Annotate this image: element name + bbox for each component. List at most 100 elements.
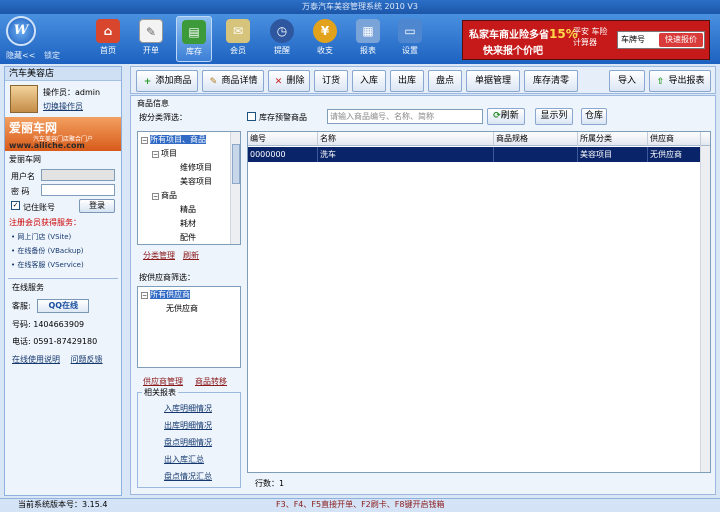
mail-icon: ✉ [226, 19, 250, 43]
ad-line1: 私家车商业险多省15% [469, 27, 578, 41]
nav-member-label: 会员 [230, 46, 246, 55]
report-stocktake-link[interactable]: 盘点明细情况 [164, 437, 212, 448]
import-button[interactable]: 导入 [609, 70, 645, 92]
tree-scrollbar[interactable] [230, 132, 240, 244]
goods-search-input[interactable]: 请输入商品编号、名称、简称 [327, 109, 483, 124]
category-refresh-link[interactable]: 刷新 [183, 250, 199, 261]
remember-label: 记住账号 [23, 203, 55, 212]
login-button[interactable]: 登录 [79, 199, 115, 213]
tree-node-beauty[interactable]: 美容项目 [180, 176, 212, 187]
service-vservice[interactable]: • 在线客服 (VService) [5, 258, 121, 272]
add-goods-button[interactable]: + 添加商品 [136, 70, 198, 92]
quick-quote-button[interactable]: 快速报价 [659, 33, 703, 47]
warehouse-button[interactable]: 仓库 [581, 108, 607, 125]
clear-stock-button[interactable]: 库存清零 [524, 70, 578, 92]
operator-label: 操作员：admin [43, 88, 101, 97]
docs-manage-button[interactable]: 单据管理 [466, 70, 520, 92]
show-columns-button[interactable]: 显示列 [535, 108, 573, 125]
export-icon: ⇧ [656, 77, 665, 87]
goods-detail-button[interactable]: ✎ 商品详情 [202, 70, 264, 92]
stocktake-button[interactable]: 盘点 [428, 70, 462, 92]
cell-category: 美容项目 [578, 147, 648, 162]
nav-inventory-label: 库存 [186, 47, 202, 56]
plus-icon: + [143, 77, 152, 87]
banner-url: www.ailiche.com [9, 141, 85, 150]
export-report-button[interactable]: ⇧ 导出报表 [649, 70, 711, 92]
report-stocktake-summary-link[interactable]: 盘点情况汇总 [164, 471, 212, 482]
lock-button[interactable]: 锁定 [44, 51, 60, 60]
collapse-icon[interactable]: − [152, 151, 159, 158]
register-link[interactable]: 注册会员获得服务： [5, 215, 121, 230]
home-icon: ⌂ [96, 19, 120, 43]
tree-node-consumables[interactable]: 耗材 [180, 218, 196, 229]
password-input[interactable] [41, 184, 115, 196]
category-tree: − 所有项目、商品 − 项目 维修项目 美容项目 − 商品 精品 耗材 配件 [137, 131, 241, 245]
qq-online-button[interactable]: QQ在线 [37, 299, 90, 313]
col-code[interactable]: 编号 [248, 132, 318, 146]
insurance-ad[interactable]: 私家车商业险多省15% 快来报个价吧 平安 车险计算器 车牌号 快速报价 [462, 20, 710, 60]
cell-spec [494, 147, 578, 162]
order-button[interactable]: 订货 [314, 70, 348, 92]
collapse-icon[interactable]: − [152, 193, 159, 200]
cell-name: 洗车 [318, 147, 494, 162]
inventory-toolbar: + 添加商品 ✎ 商品详情 ✕ 删除 订货 入库 出库 盘点 单据管理 库存清零 导入… [130, 66, 716, 94]
ad-line2: 快来报个价吧 [483, 46, 543, 57]
nav-settings[interactable]: ▭ 设置 [392, 16, 428, 62]
remember-checkbox[interactable]: ✓ [11, 201, 20, 210]
refresh-button[interactable]: ⟳刷新 [487, 108, 525, 125]
delete-icon: ✕ [274, 77, 283, 87]
nav-order[interactable]: ✎ 开单 [133, 16, 169, 62]
nav-order-label: 开单 [143, 46, 159, 55]
manual-link[interactable]: 在线使用说明 [12, 355, 60, 364]
table-row[interactable]: 0000000 洗车 美容项目 无供应商 [248, 147, 701, 162]
col-supplier[interactable]: 供应商 [648, 132, 701, 146]
nav-finance-label: 收支 [317, 46, 333, 55]
service-vbackup[interactable]: • 在线备份 (VBackup) [5, 244, 121, 258]
tree-node-boutique[interactable]: 精品 [180, 204, 196, 215]
stock-warning-checkbox[interactable] [247, 112, 256, 121]
username-input[interactable] [41, 169, 115, 181]
delete-button[interactable]: ✕ 删除 [268, 70, 310, 92]
category-manage-link[interactable]: 分类管理 [143, 250, 175, 261]
ailiche-banner[interactable]: 爱丽车网 汽车美容门店聚合门户 www.ailiche.com [5, 117, 121, 151]
tree-node-items[interactable]: − 项目 [152, 148, 177, 159]
scroll-thumb[interactable] [232, 144, 240, 184]
nav-member[interactable]: ✉ 会员 [220, 16, 256, 62]
instock-button[interactable]: 入库 [352, 70, 386, 92]
col-spec[interactable]: 商品规格 [494, 132, 578, 146]
app-logo-icon: W [6, 16, 36, 46]
report-inout-summary-link[interactable]: 出入库汇总 [164, 454, 204, 465]
report-icon: ▦ [356, 19, 380, 43]
collapse-icon[interactable]: − [141, 292, 148, 299]
tree-root-all[interactable]: − 所有项目、商品 [141, 134, 206, 145]
col-name[interactable]: 名称 [318, 132, 494, 146]
report-outstock-link[interactable]: 出库明细情况 [164, 420, 212, 431]
table-scrollbar[interactable] [700, 146, 710, 472]
supplier-manage-link[interactable]: 供应商管理 [143, 376, 183, 387]
feedback-link[interactable]: 问题反馈 [71, 355, 103, 364]
supplier-none[interactable]: 无供应商 [166, 303, 198, 314]
inventory-icon: ▤ [182, 20, 206, 44]
status-bar: 当前系统版本号：3.15.4 F3、F4、F5直接开单、F2刷卡、F8键开启钱箱 [0, 498, 720, 512]
switch-operator-link[interactable]: 切换操作员 [43, 101, 83, 112]
tree-node-goods[interactable]: − 商品 [152, 190, 177, 201]
cell-supplier: 无供应商 [648, 147, 701, 162]
sidebar-controls: 隐藏<< 锁定 [6, 50, 66, 61]
table-header: 编号 名称 商品规格 所属分类 供应商 [248, 132, 710, 146]
nav-home[interactable]: ⌂ 首页 [90, 16, 126, 62]
tree-node-repair[interactable]: 维修项目 [180, 162, 212, 173]
collapse-icon[interactable]: − [141, 137, 148, 144]
tree-node-parts[interactable]: 配件 [180, 232, 196, 243]
service-vsite[interactable]: • 网上门店 (VSite) [5, 230, 121, 244]
report-instock-link[interactable]: 入库明细情况 [164, 403, 212, 414]
nav-report[interactable]: ▦ 报表 [350, 16, 386, 62]
goods-transfer-link[interactable]: 商品转移 [195, 376, 227, 387]
nav-reminder[interactable]: ◷ 提醒 [264, 16, 300, 62]
nav-finance[interactable]: ¥ 收支 [307, 16, 343, 62]
nav-inventory[interactable]: ▤ 库存 [176, 16, 212, 62]
outstock-button[interactable]: 出库 [390, 70, 424, 92]
col-category[interactable]: 所属分类 [578, 132, 648, 146]
alarm-icon: ◷ [270, 19, 294, 43]
supplier-root[interactable]: − 所有供应商 [141, 289, 190, 300]
hide-sidebar-button[interactable]: 隐藏<< [6, 51, 35, 60]
